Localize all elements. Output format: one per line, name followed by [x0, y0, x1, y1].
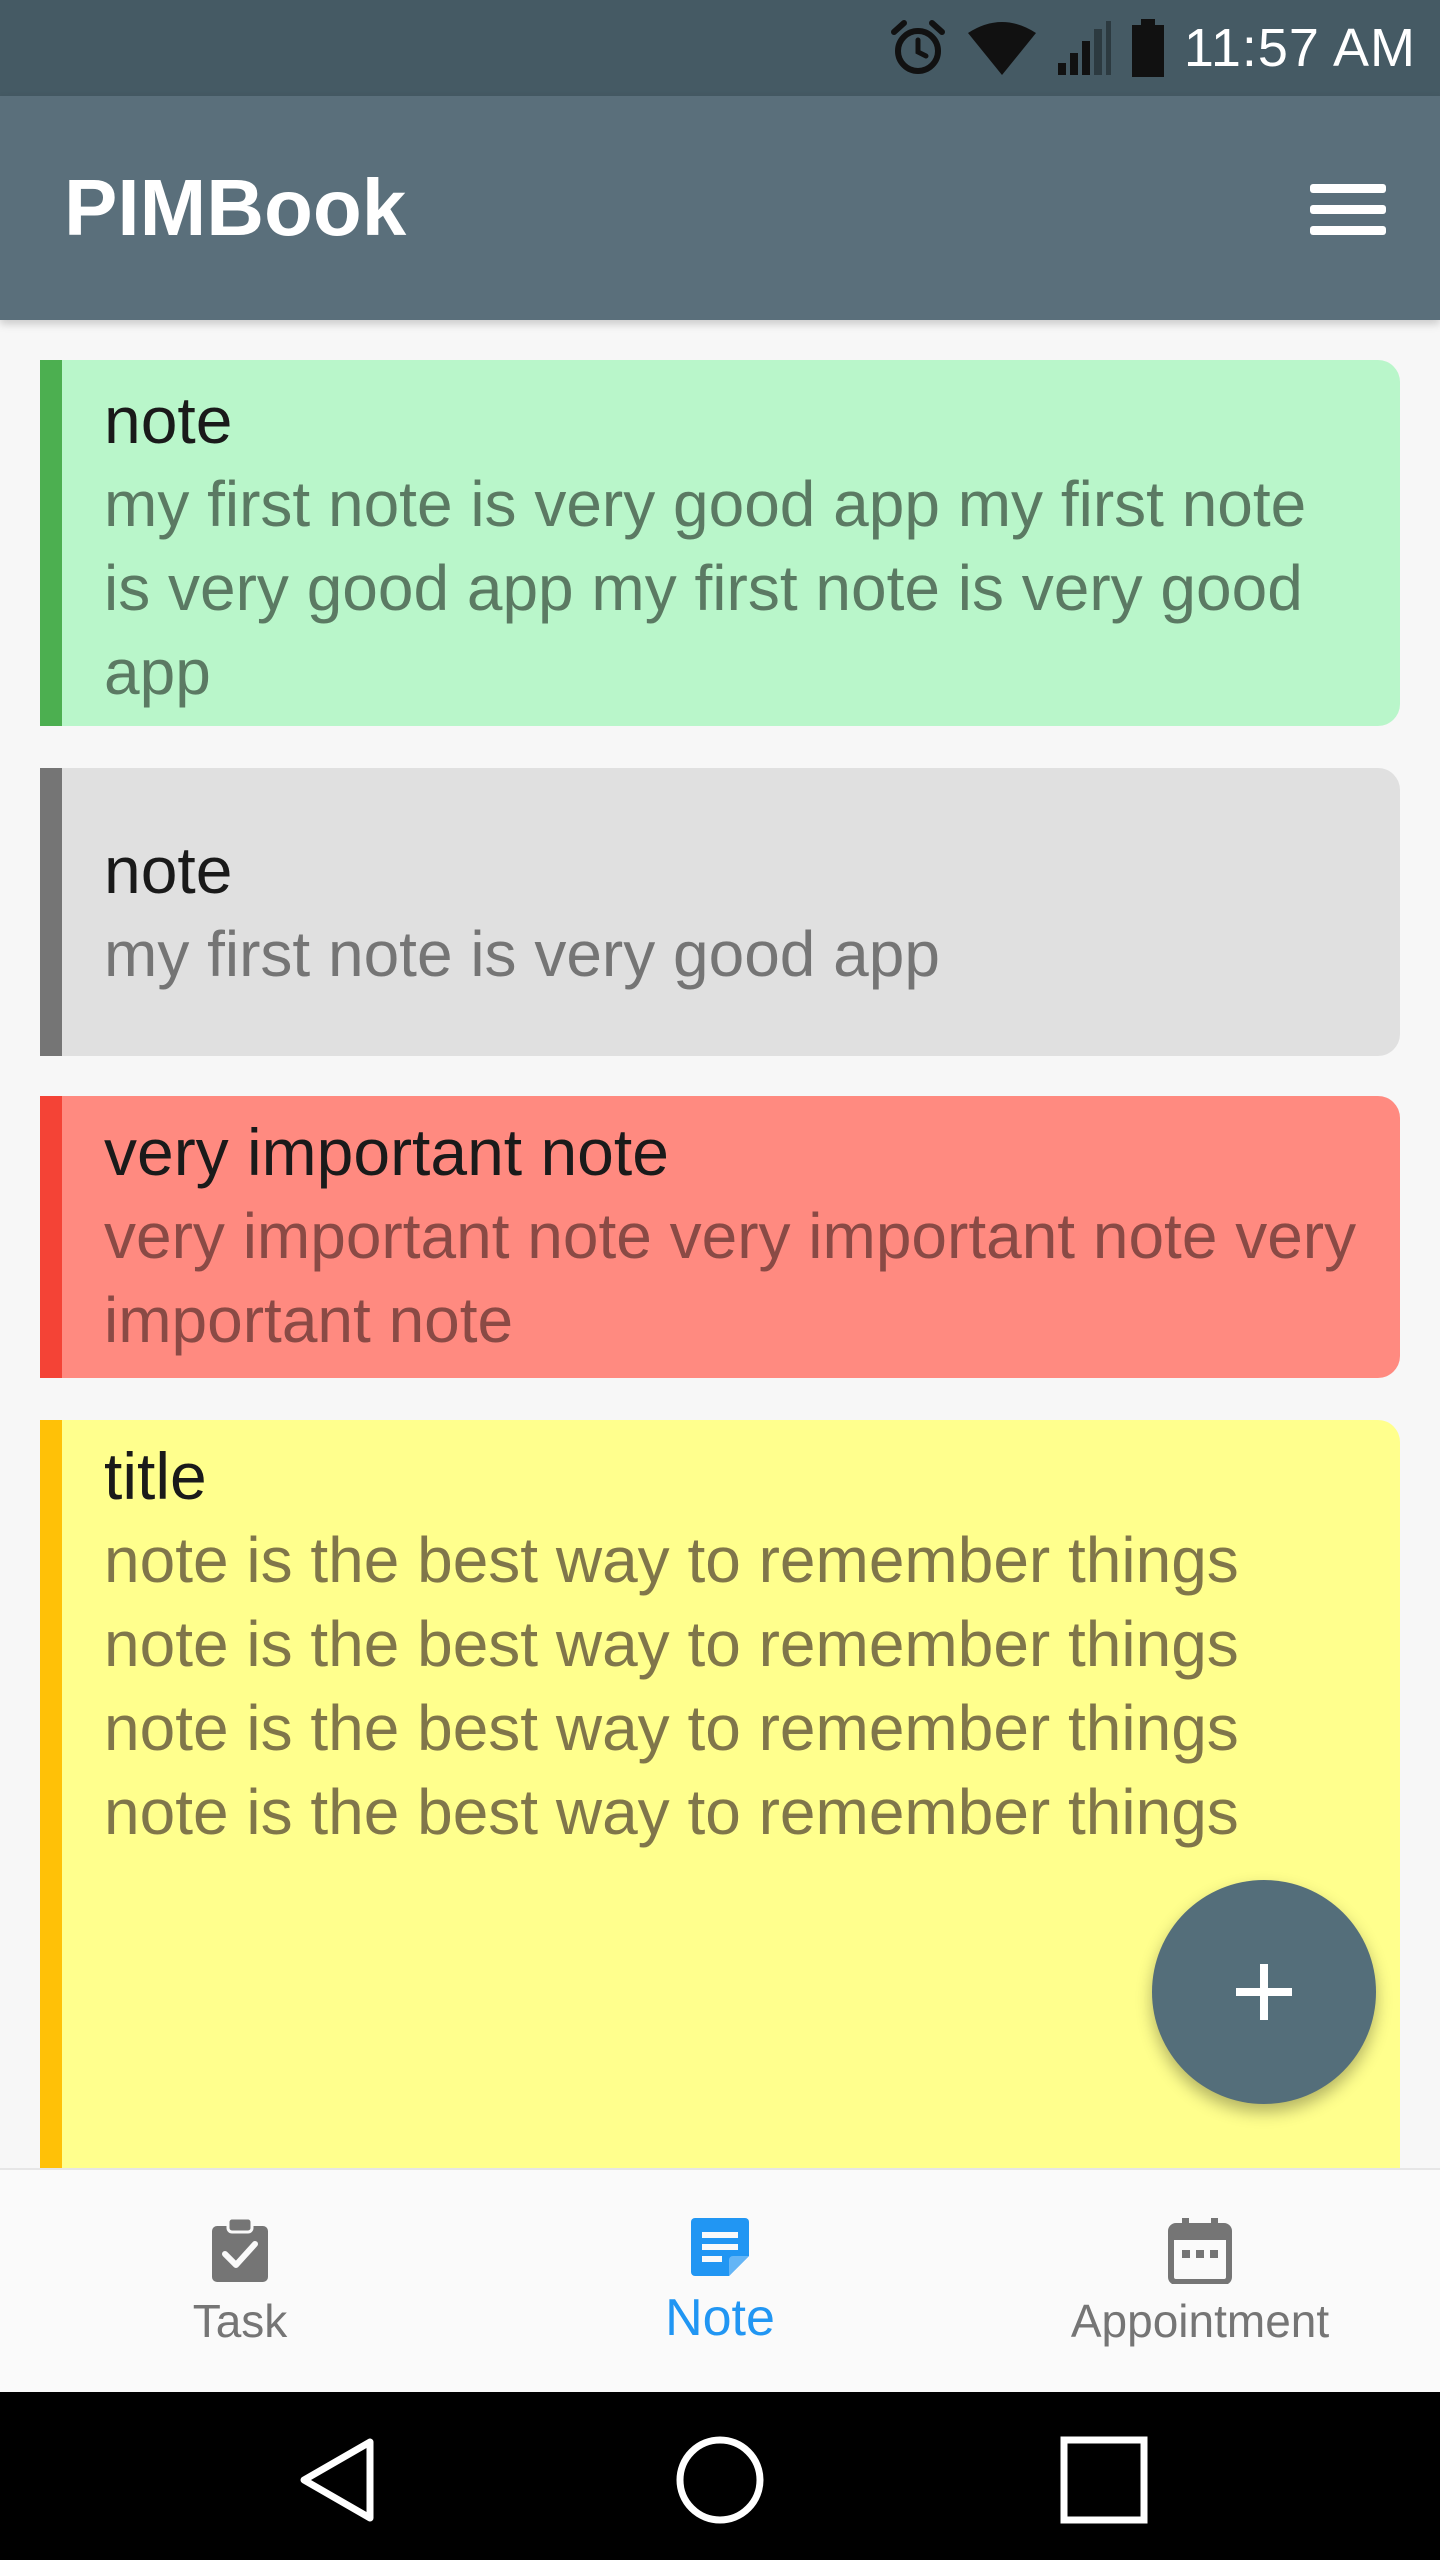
tab-task[interactable]: Task [0, 2170, 480, 2394]
note-body: very important note very important note … [104, 1200, 1357, 1356]
clock: 11:57 AM [1183, 18, 1416, 78]
clipboard-check-icon [212, 2216, 268, 2282]
tab-appointment-label: Appointment [1070, 2295, 1330, 2347]
note-body: note is the best way to remember things … [104, 1524, 1239, 1848]
note-title: title [104, 1439, 207, 1513]
note-accent-bar [40, 360, 62, 726]
calendar-icon [1168, 2218, 1232, 2284]
tab-note-label: Note [665, 2289, 775, 2347]
note-card[interactable]: note my first note is very good app [40, 768, 1400, 1056]
wifi-icon [966, 19, 1038, 77]
note-content: note my first note is very good app [104, 828, 1360, 996]
app-bar: PIMBook [0, 96, 1440, 320]
back-icon [300, 2438, 374, 2522]
note-title: very important note [104, 1115, 669, 1189]
hamburger-menu-icon [1310, 183, 1386, 193]
system-navigation-bar [0, 2392, 1440, 2560]
bottom-navigation: Task Note Appointment [0, 2168, 1440, 2394]
note-content: note my first note is very good app my f… [104, 378, 1360, 714]
app-title: PIMBook [64, 163, 407, 252]
note-icon [691, 2218, 749, 2276]
note-title: note [104, 833, 233, 907]
alarm-icon [888, 18, 948, 78]
tab-task-label: Task [192, 2295, 288, 2347]
add-note-button[interactable] [1152, 1880, 1376, 2104]
note-content: very important note very important note … [104, 1110, 1360, 1362]
signal-icon [1056, 19, 1112, 77]
note-card[interactable]: very important note very important note … [40, 1096, 1400, 1378]
note-accent-bar [40, 1096, 62, 1378]
note-content: title note is the best way to remember t… [104, 1434, 1360, 1854]
note-accent-bar [40, 768, 62, 1056]
recents-button[interactable] [1056, 2432, 1152, 2528]
note-title: note [104, 383, 233, 457]
status-bar: 11:57 AM [0, 0, 1440, 96]
tab-note[interactable]: Note [480, 2170, 960, 2394]
battery-icon [1130, 17, 1166, 79]
note-body: my first note is very good app my first … [104, 468, 1307, 708]
back-button[interactable] [290, 2432, 386, 2528]
home-icon [676, 2436, 764, 2524]
note-body: my first note is very good app [104, 918, 940, 990]
tab-appointment[interactable]: Appointment [960, 2170, 1440, 2394]
home-button[interactable] [672, 2432, 768, 2528]
note-card[interactable]: note my first note is very good app my f… [40, 360, 1400, 726]
menu-button[interactable] [1310, 174, 1386, 244]
recents-icon [1060, 2436, 1148, 2524]
status-icons: 11:57 AM [888, 0, 1416, 96]
plus-icon [1236, 1964, 1292, 2020]
